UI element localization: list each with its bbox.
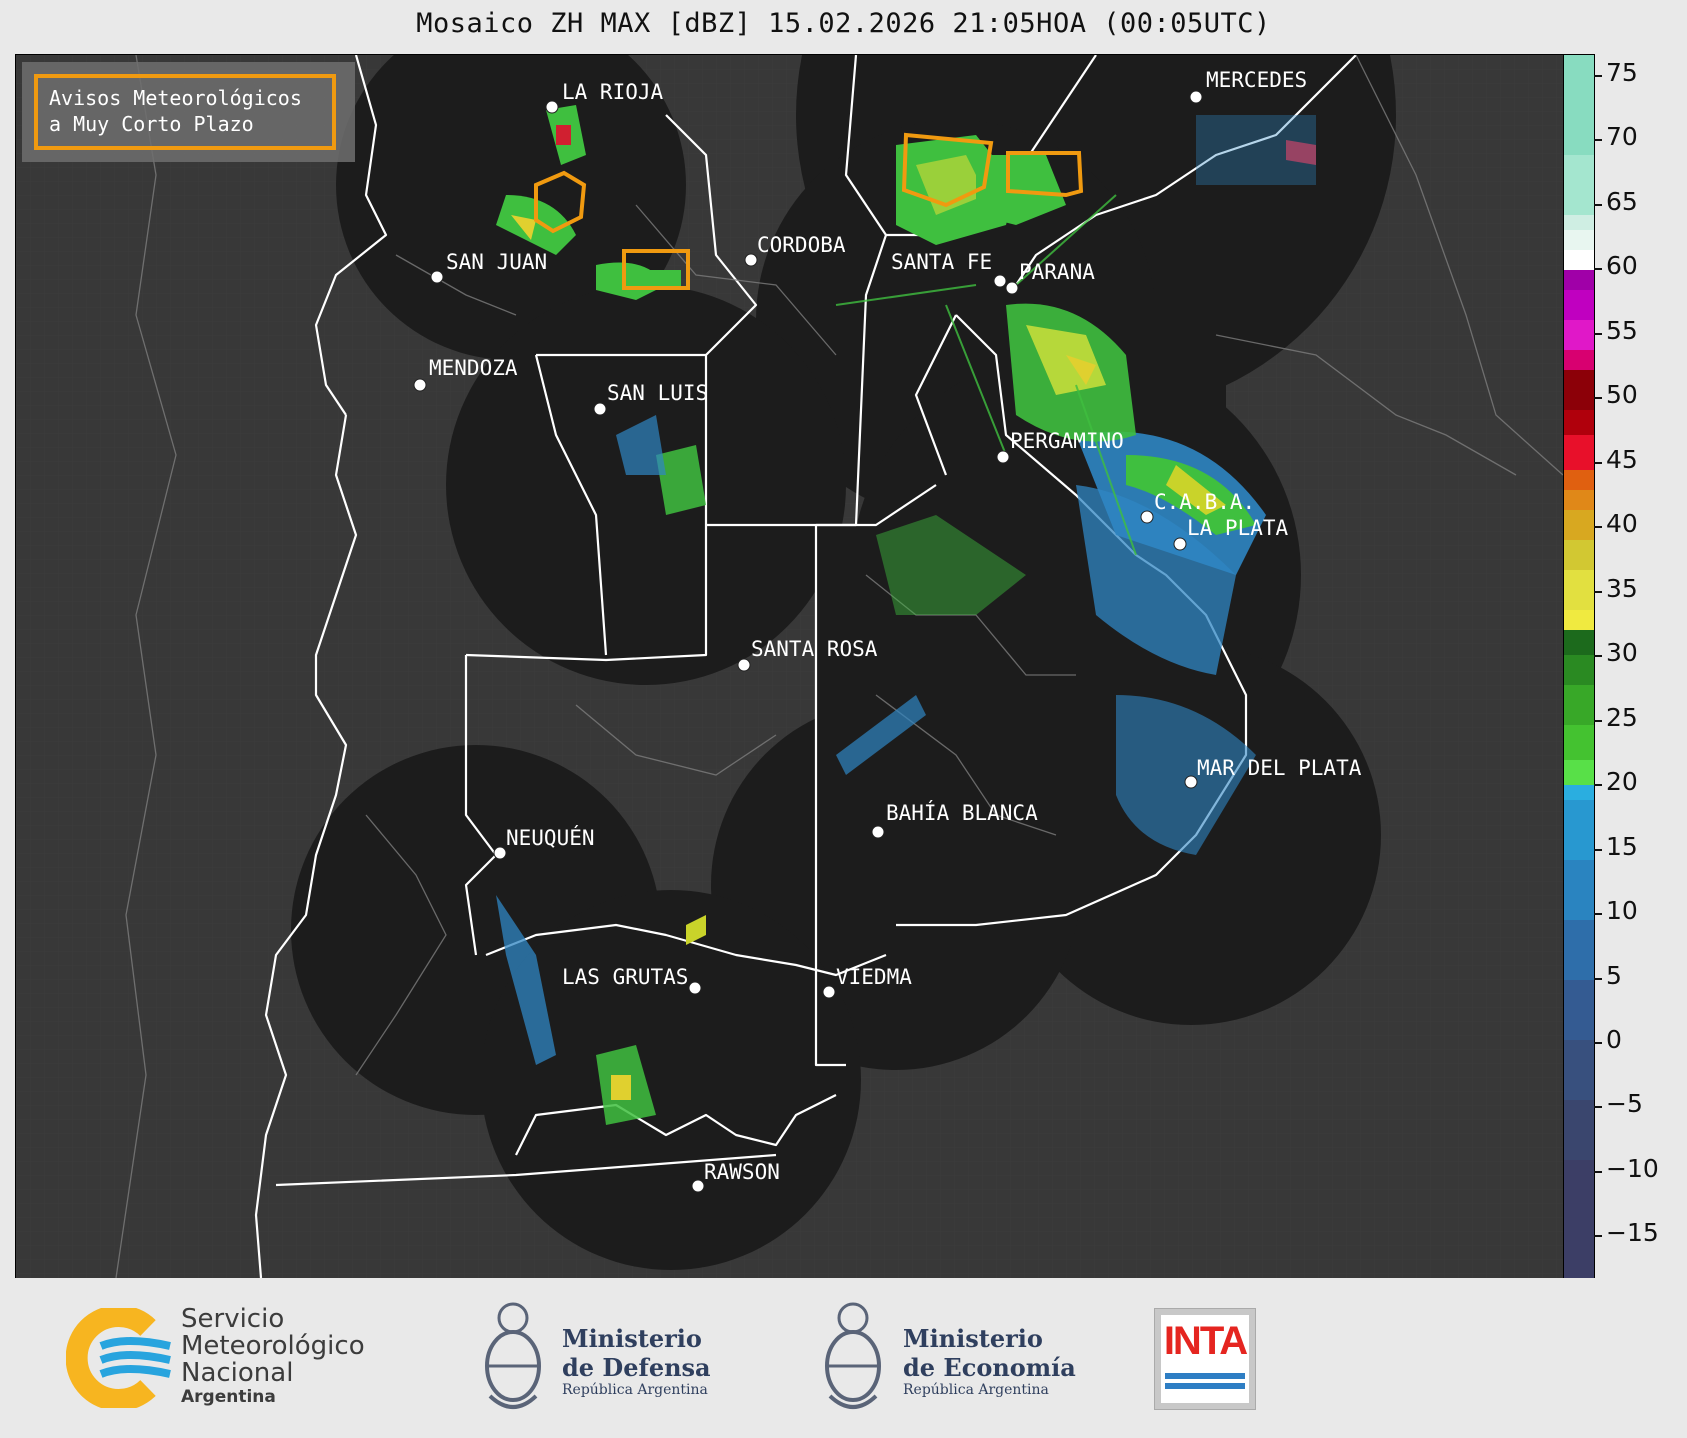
inta-stripe [1165, 1373, 1245, 1379]
city-label-neuquen: NEUQUÉN [506, 825, 595, 850]
radar-map-canvas: LA RIOJA MERCEDES SAN JUAN CORDOBA SANTA… [16, 55, 1563, 1278]
colorbar-tick-label: 5 [1606, 961, 1622, 990]
colorbar-tick [1594, 913, 1602, 915]
map-title: Mosaico ZH MAX [dBZ] 15.02.2026 21:05HOA… [416, 8, 1271, 39]
inta-logo-text: INTA [1163, 1319, 1248, 1363]
colorbar-tick [1594, 655, 1602, 657]
city-label-san-juan: SAN JUAN [446, 250, 547, 274]
colorbar-tick [1594, 462, 1602, 464]
radar-map[interactable]: LA RIOJA MERCEDES SAN JUAN CORDOBA SANTA… [15, 54, 1564, 1279]
inta-logo: INTA [1154, 1308, 1256, 1410]
colorbar-tick [1594, 1106, 1602, 1108]
colorbar-tick [1594, 784, 1602, 786]
colorbar-tick [1594, 1042, 1602, 1044]
colorbar [1563, 54, 1595, 1279]
city-label-pergamino: PERGAMINO [1010, 429, 1124, 453]
city-label-caba: C.A.B.A. [1154, 490, 1255, 514]
coat-of-arms-icon [825, 1302, 881, 1409]
smn-line1: Servicio [181, 1304, 285, 1334]
colorbar-tick [1594, 204, 1602, 206]
city-label-la-plata: LA PLATA [1187, 516, 1289, 540]
colorbar-tick [1594, 333, 1602, 335]
colorbar-tick-label: 0 [1606, 1025, 1622, 1054]
economia-line2: de Economía [903, 1353, 1076, 1382]
city-label-mendoza: MENDOZA [429, 356, 518, 380]
colorbar-tick-label: 15 [1606, 832, 1638, 861]
city-label-santa-fe: SANTA FE [891, 250, 992, 274]
inta-logo-background: INTA [1161, 1315, 1249, 1403]
colorbar-tick-label: 45 [1606, 445, 1638, 474]
smn-line3: Nacional [181, 1358, 294, 1388]
colorbar-tick-label: 20 [1606, 767, 1638, 796]
colorbar-tick-label: 75 [1606, 58, 1638, 87]
defensa-line3: República Argentina [562, 1382, 708, 1398]
colorbar-tick [1594, 849, 1602, 851]
colorbar-tick-label: 65 [1606, 187, 1638, 216]
city-label-mercedes: MERCEDES [1206, 68, 1307, 92]
defensa-line2: de Defensa [562, 1353, 711, 1382]
colorbar-tick-label: 25 [1606, 703, 1638, 732]
warnings-legend: Avisos Meteorológicos a Muy Corto Plazo [22, 62, 355, 162]
colorbar-tick-label: 40 [1606, 509, 1638, 538]
colorbar-tick [1594, 720, 1602, 722]
colorbar-tick [1594, 591, 1602, 593]
city-label-parana: PARANA [1019, 260, 1095, 284]
colorbar-tick [1594, 978, 1602, 980]
defensa-line1: Ministerio [562, 1324, 702, 1353]
colorbar-tick [1594, 397, 1602, 399]
footer-logos: Servicio Meteorológico Nacional Argentin… [0, 1278, 1687, 1438]
colorbar-tick-label: 30 [1606, 638, 1638, 667]
colorbar-tick [1594, 1235, 1602, 1237]
defensa-logo-text: Ministerio de Defensa República Argentin… [562, 1324, 711, 1398]
colorbar-tick [1594, 526, 1602, 528]
colorbar-tick [1594, 139, 1602, 141]
smn-logo-text: Servicio Meteorológico Nacional Argentin… [181, 1304, 365, 1408]
colorbar-tick-label: 55 [1606, 316, 1638, 345]
city-label-san-luis: SAN LUIS [607, 381, 708, 405]
city-label-viedma: VIEDMA [836, 965, 912, 989]
smn-logo-icon [66, 1308, 171, 1408]
colorbar-tick-label: 70 [1606, 122, 1638, 151]
smn-line4: Argentina [181, 1387, 276, 1407]
city-label-rawson: RAWSON [704, 1160, 780, 1184]
colorbar-tick-label: 10 [1606, 896, 1638, 925]
colorbar-tick-label: −5 [1606, 1089, 1643, 1118]
smn-line2: Meteorológico [181, 1331, 365, 1361]
city-label-mar-del-plata: MAR DEL PLATA [1197, 756, 1362, 780]
inta-stripe [1165, 1383, 1245, 1389]
colorbar-tick-label: 60 [1606, 251, 1638, 280]
city-label-las-grutas: LAS GRUTAS [562, 965, 688, 989]
colorbar-tick-label: 50 [1606, 380, 1638, 409]
colorbar-tick-label: −15 [1606, 1218, 1659, 1247]
colorbar-tick [1594, 1171, 1602, 1173]
coat-of-arms-icon [485, 1302, 541, 1409]
colorbar-scale [1564, 55, 1594, 1278]
warnings-legend-line2: a Muy Corto Plazo [49, 112, 254, 136]
city-label-bahia-blanca: BAHÍA BLANCA [886, 800, 1038, 825]
economia-line1: Ministerio [903, 1324, 1043, 1353]
colorbar-tick [1594, 75, 1602, 77]
city-label-la-rioja: LA RIOJA [562, 80, 664, 104]
warnings-legend-line1: Avisos Meteorológicos [49, 86, 302, 110]
economia-logo-text: Ministerio de Economía República Argenti… [903, 1324, 1076, 1398]
colorbar-tick-label: −10 [1606, 1154, 1659, 1183]
city-label-cordoba: CORDOBA [757, 233, 846, 257]
warnings-legend-frame: Avisos Meteorológicos a Muy Corto Plazo [34, 74, 336, 150]
economia-line3: República Argentina [903, 1382, 1049, 1398]
colorbar-tick [1594, 268, 1602, 270]
colorbar-tick-label: 35 [1606, 574, 1638, 603]
city-label-santa-rosa: SANTA ROSA [751, 637, 878, 661]
